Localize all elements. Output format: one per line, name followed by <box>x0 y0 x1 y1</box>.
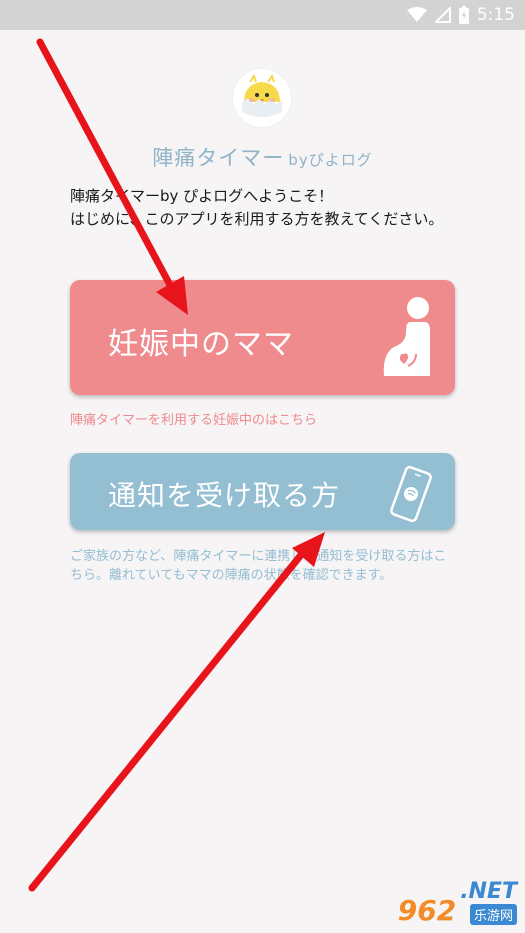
watermark-number: 962 <box>397 894 457 927</box>
welcome-line-2: はじめに、このアプリを利用する方を教えてください。 <box>70 210 444 228</box>
app-title-sub: byぴよログ <box>288 151 373 169</box>
status-bar: 5:15 <box>0 0 525 30</box>
site-watermark: 962 .NET 乐游网 <box>398 879 517 927</box>
arrow-to-notify-line <box>28 546 309 892</box>
app-logo <box>232 68 292 128</box>
wifi-icon <box>406 7 427 23</box>
notification-receiver-button[interactable]: 通知を受け取る方 <box>70 453 455 530</box>
pregnant-mama-label: 妊娠中のママ <box>108 327 294 362</box>
welcome-line-1: 陣痛タイマーby ぴよログへようこそ！ <box>70 187 334 205</box>
notification-receiver-label: 通知を受け取る方 <box>108 479 341 512</box>
pregnant-mama-description: 陣痛タイマーを利用する妊娠中のはこちら <box>70 413 318 428</box>
welcome-text: 陣痛タイマーby ぴよログへようこそ！ はじめに、このアプリを利用する方を教えて… <box>70 185 460 231</box>
status-icons: 5:15 <box>406 0 515 30</box>
status-time: 5:15 <box>476 5 515 25</box>
pregnant-mama-button[interactable]: 妊娠中のママ <box>70 280 455 395</box>
app-title-main: 陣痛タイマー <box>152 146 285 170</box>
notification-receiver-description: ご家族の方など、陣痛タイマーに連携した通知を受け取る方はこちら。離れていてもママ… <box>70 549 447 583</box>
smartphone-notification-icon <box>388 465 434 527</box>
watermark-cn: 乐游网 <box>469 904 517 925</box>
battery-icon <box>458 6 469 24</box>
pregnant-woman-icon <box>380 296 436 386</box>
watermark-net: .NET <box>460 879 517 904</box>
app-title: 陣痛タイマー byぴよログ <box>0 142 525 172</box>
signal-icon <box>434 7 451 23</box>
